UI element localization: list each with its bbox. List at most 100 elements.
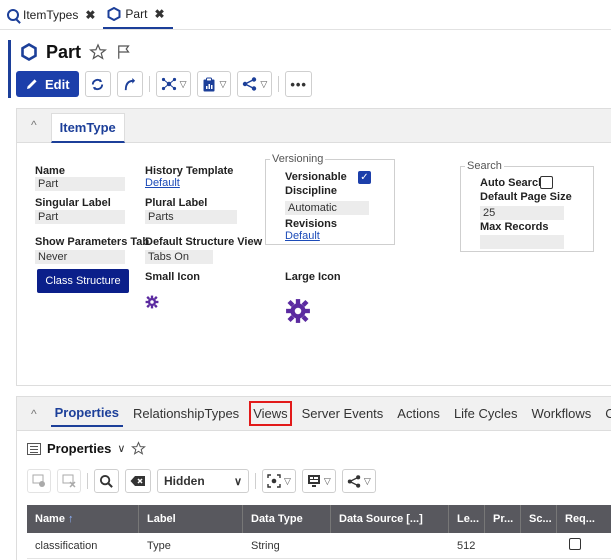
show-params-label: Show Parameters Tab (35, 236, 150, 248)
tab-actions[interactable]: Actions (393, 401, 444, 426)
hexagon-icon (21, 43, 37, 61)
tab-part-label: Part (125, 7, 148, 21)
tab-workflows[interactable]: Workflows (528, 401, 596, 426)
share-menu-button[interactable]: ▽ (341, 469, 376, 493)
properties-title[interactable]: Properties (47, 441, 111, 456)
auto-search-checkbox[interactable] (540, 176, 553, 189)
history-template-label: History Template (145, 165, 234, 177)
list-icon (27, 442, 41, 455)
structure-menu-button[interactable]: ▽ (155, 71, 192, 97)
tab-life-cycles[interactable]: Life Cycles (450, 401, 522, 426)
focus-menu-button[interactable]: ▽ (262, 469, 296, 493)
versionable-checkbox[interactable]: ✓ (358, 171, 371, 184)
share-menu-button[interactable]: ▽ (237, 71, 273, 97)
column-header-label[interactable]: Label (139, 505, 243, 533)
small-gear-icon[interactable] (145, 295, 159, 309)
column-header-precision[interactable]: Pr... (485, 505, 521, 533)
revisions-label: Revisions (285, 218, 337, 230)
cell-data-type[interactable]: String (243, 540, 331, 552)
edit-button[interactable]: Edit (16, 71, 79, 97)
tab-part[interactable]: Part ✖ (103, 1, 173, 29)
relationships-panel: ^ Properties RelationshipTypes Views Ser… (16, 396, 611, 560)
table-row[interactable]: classification Type String 512 (27, 533, 611, 559)
default-structure-view-label: Default Structure View (145, 236, 263, 248)
default-page-size-field[interactable]: 25 (480, 206, 564, 220)
class-structure-button[interactable]: Class Structure (37, 269, 129, 293)
chevron-down-icon: ▽ (284, 475, 291, 486)
revisions-link[interactable]: Default (285, 230, 320, 242)
hexagon-icon (107, 7, 121, 21)
add-row-icon (32, 474, 45, 487)
visibility-filter-select[interactable]: Hidden ∨ (157, 469, 249, 493)
refresh-button[interactable] (84, 71, 111, 97)
plural-label-field[interactable]: Parts (145, 210, 237, 224)
focus-icon (267, 474, 281, 488)
search-icon (7, 9, 19, 21)
star-icon[interactable] (131, 441, 147, 456)
delete-row-button[interactable] (57, 469, 81, 493)
column-header-required[interactable]: Req... (557, 505, 611, 533)
flag-icon[interactable] (115, 43, 133, 61)
search-legend: Search (465, 160, 504, 172)
tab-views[interactable]: Views (249, 401, 292, 426)
column-header-data-type[interactable]: Data Type (243, 505, 331, 533)
column-header-name-label: Name (35, 513, 65, 525)
plural-label-label: Plural Label (145, 197, 208, 209)
add-row-button[interactable] (27, 469, 51, 493)
view-menu-button[interactable]: ▽ (301, 469, 336, 493)
collapse-caret-icon[interactable]: ^ (31, 407, 37, 421)
star-icon[interactable] (89, 43, 107, 61)
column-header-length[interactable]: Le... (449, 505, 485, 533)
max-records-field[interactable] (480, 235, 564, 249)
undo-button[interactable] (116, 71, 143, 97)
tab-relationshiptypes[interactable]: RelationshipTypes (129, 401, 243, 426)
chevron-down-icon: ▽ (363, 475, 371, 486)
tab-itemtype[interactable]: ItemType (50, 113, 125, 143)
tab-server-events[interactable]: Server Events (298, 401, 388, 426)
cell-length[interactable]: 512 (449, 540, 485, 552)
search-button[interactable] (94, 469, 119, 493)
page-title: Part (46, 41, 82, 62)
close-icon[interactable]: ✖ (154, 7, 164, 21)
search-icon (99, 474, 113, 488)
chevron-down-icon: ▽ (260, 78, 268, 89)
default-page-size-label: Default Page Size (480, 191, 572, 203)
title-row: Part (20, 40, 133, 64)
tab-properties[interactable]: Properties (50, 400, 123, 427)
required-checkbox[interactable] (569, 538, 581, 550)
delete-row-icon (62, 474, 76, 488)
more-options-button[interactable]: ••• (285, 71, 312, 97)
collapse-caret-icon[interactable]: ^ (31, 118, 37, 132)
discipline-label: Discipline (285, 185, 337, 197)
versionable-label: Versionable (285, 171, 347, 183)
network-icon (161, 77, 176, 91)
clear-search-button[interactable] (125, 469, 151, 493)
sort-up-icon: ↑ (68, 513, 74, 525)
column-header-data-source[interactable]: Data Source [...] (331, 505, 449, 533)
chevron-down-icon[interactable]: ∨ (117, 442, 125, 455)
column-header-name[interactable]: Name ↑ (27, 505, 139, 533)
clipboard-icon (203, 77, 215, 91)
cell-label[interactable]: Type (139, 540, 243, 552)
grid-toolbar: Hidden ∨ ▽ ▽ ▽ (27, 469, 376, 493)
large-icon-label: Large Icon (285, 271, 341, 283)
discipline-field[interactable]: Automatic (285, 201, 369, 215)
column-header-scale[interactable]: Sc... (521, 505, 557, 533)
itemtype-panel: ^ ItemType Name Part Singular Label Part… (16, 108, 611, 386)
cell-name[interactable]: classification (27, 540, 139, 552)
reports-menu-button[interactable]: ▽ (197, 71, 232, 97)
visibility-filter-value: Hidden (164, 474, 205, 488)
default-structure-view-field[interactable]: Tabs On (145, 250, 213, 264)
singular-label-field[interactable]: Part (35, 210, 125, 224)
name-label: Name (35, 165, 65, 177)
close-icon[interactable]: ✖ (85, 8, 95, 22)
large-gear-icon[interactable] (285, 298, 311, 324)
refresh-icon (91, 78, 104, 90)
show-params-field[interactable]: Never (35, 250, 125, 264)
name-field[interactable]: Part (35, 177, 125, 191)
toolbar-divider (255, 473, 256, 489)
tab-itemtypes[interactable]: ItemTypes ✖ (3, 1, 103, 29)
main-toolbar: Edit ▽ ▽ ▽ ••• (16, 70, 312, 98)
tab-overflow[interactable]: C (601, 401, 611, 426)
history-template-link[interactable]: Default (145, 177, 180, 189)
